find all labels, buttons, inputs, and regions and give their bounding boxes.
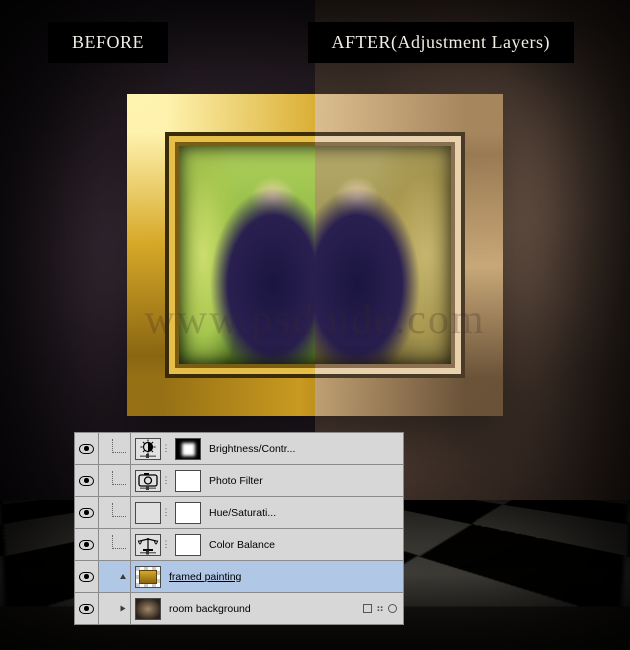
visibility-toggle[interactable] bbox=[75, 497, 99, 528]
expand-toggle[interactable] bbox=[99, 593, 131, 624]
layer-room-background[interactable]: room background ⠶ bbox=[74, 592, 404, 625]
fx-icon bbox=[388, 604, 397, 613]
eye-icon bbox=[79, 444, 94, 454]
indent bbox=[99, 465, 131, 496]
layer-label: framed painting bbox=[161, 571, 241, 583]
link-icon[interactable]: ⋮ bbox=[161, 443, 171, 454]
eye-icon bbox=[79, 476, 94, 486]
smart-object-icon bbox=[363, 604, 372, 613]
adjustment-thumb-brightness[interactable] bbox=[135, 438, 161, 460]
layer-label: Brightness/Contr... bbox=[201, 443, 295, 455]
visibility-toggle[interactable] bbox=[75, 593, 99, 624]
eye-icon bbox=[79, 508, 94, 518]
layer-mask-thumb[interactable] bbox=[175, 502, 201, 524]
eye-icon bbox=[79, 604, 94, 614]
layer-label: Color Balance bbox=[201, 539, 275, 551]
layer-mask-thumb[interactable] bbox=[175, 470, 201, 492]
expand-toggle[interactable] bbox=[99, 561, 131, 592]
layer-brightness-contrast[interactable]: ⋮ Brightness/Contr... bbox=[74, 432, 404, 465]
link-icon: ⠶ bbox=[376, 602, 384, 615]
link-icon[interactable]: ⋮ bbox=[161, 475, 171, 486]
layer-mask-thumb[interactable] bbox=[175, 438, 201, 460]
eye-icon bbox=[79, 572, 94, 582]
adjustment-thumb-huesat[interactable] bbox=[135, 502, 161, 524]
indent bbox=[99, 497, 131, 528]
visibility-toggle[interactable] bbox=[75, 465, 99, 496]
chevron-right-icon bbox=[121, 606, 126, 612]
brightness-icon bbox=[136, 439, 160, 459]
layer-extra-icons: ⠶ bbox=[363, 602, 403, 615]
layer-mask-thumb[interactable] bbox=[175, 534, 201, 556]
link-icon[interactable]: ⋮ bbox=[161, 539, 171, 550]
eye-icon bbox=[79, 540, 94, 550]
visibility-toggle[interactable] bbox=[75, 433, 99, 464]
layer-thumb[interactable] bbox=[135, 598, 161, 620]
framed-painting bbox=[127, 94, 503, 416]
indent bbox=[99, 529, 131, 560]
layer-label: room background bbox=[161, 603, 251, 615]
visibility-toggle[interactable] bbox=[75, 561, 99, 592]
layer-color-balance[interactable]: ⋮ Color Balance bbox=[74, 528, 404, 561]
scene: BEFORE AFTER(Adjustment Layers) www.psd … bbox=[0, 0, 630, 650]
link-icon[interactable]: ⋮ bbox=[161, 507, 171, 518]
label-after: AFTER(Adjustment Layers) bbox=[308, 22, 574, 63]
chevron-down-icon bbox=[120, 574, 126, 579]
layer-hue-saturation[interactable]: ⋮ Hue/Saturati... bbox=[74, 496, 404, 529]
frame bbox=[127, 94, 503, 416]
layer-photo-filter[interactable]: ⋮ Photo Filter bbox=[74, 464, 404, 497]
layer-framed-painting[interactable]: framed painting bbox=[74, 560, 404, 593]
layer-label: Photo Filter bbox=[201, 475, 263, 487]
layers-panel: ⋮ Brightness/Contr... ⋮ bbox=[74, 433, 404, 625]
photo-filter-icon bbox=[136, 471, 160, 491]
visibility-toggle[interactable] bbox=[75, 529, 99, 560]
layer-thumb[interactable] bbox=[135, 566, 161, 588]
indent bbox=[99, 433, 131, 464]
color-balance-icon bbox=[136, 535, 160, 555]
label-before: BEFORE bbox=[48, 22, 168, 63]
adjustment-thumb-colorbalance[interactable] bbox=[135, 534, 161, 556]
adjustment-thumb-photofilter[interactable] bbox=[135, 470, 161, 492]
layer-label: Hue/Saturati... bbox=[201, 507, 276, 519]
